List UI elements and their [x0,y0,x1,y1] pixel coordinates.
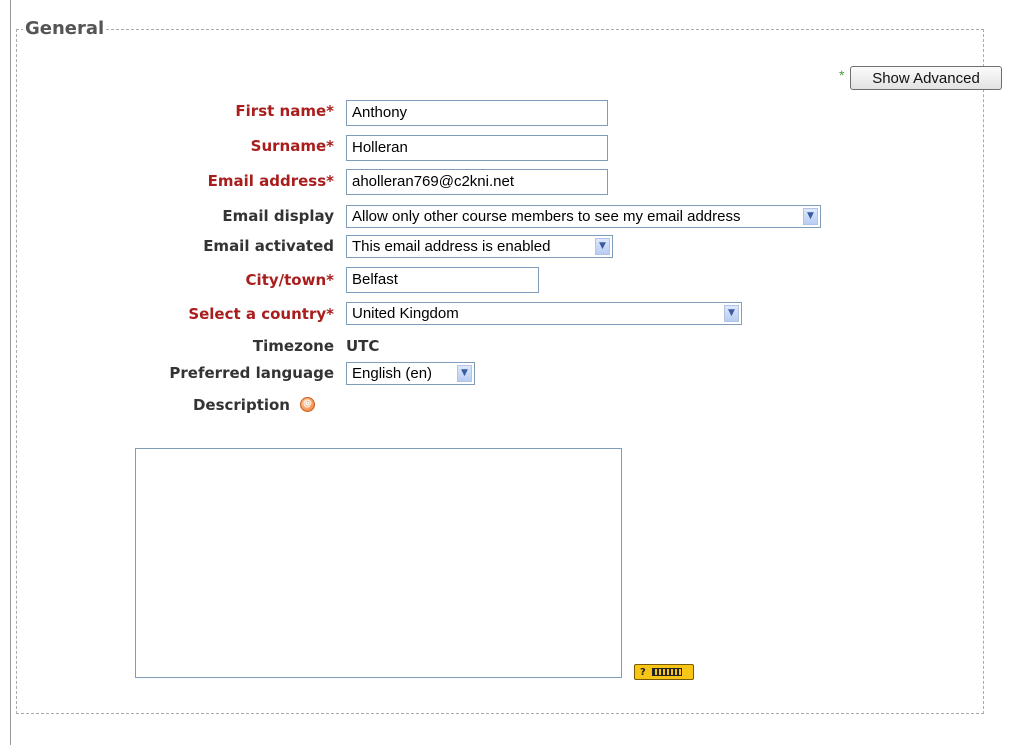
surname-label: Surname* [251,137,334,155]
email-activated-value: This email address is enabled [352,238,551,255]
required-star: * [326,102,334,120]
description-textarea[interactable] [135,448,622,678]
required-star: * [326,305,334,323]
surname-input[interactable]: Holleran [346,135,608,161]
country-value: United Kingdom [352,305,459,322]
help-icon[interactable]: @ [300,397,315,412]
email-display-select[interactable]: Allow only other course members to see m… [346,205,821,228]
chevron-down-icon[interactable]: ▼ [595,238,610,255]
first-name-input[interactable]: Anthony [346,100,608,126]
email-display-value: Allow only other course members to see m… [352,208,741,225]
email-label: Email address* [208,172,334,190]
email-input[interactable]: aholleran769@c2kni.net [346,169,608,195]
city-label: City/town* [246,271,334,289]
email-activated-select[interactable]: This email address is enabled ▼ [346,235,613,258]
required-star: * [326,137,334,155]
country-label-text: Select a country [188,305,327,323]
language-select[interactable]: English (en) ▼ [346,362,475,385]
timezone-label: Timezone [252,337,334,355]
chevron-down-icon[interactable]: ▼ [803,208,818,225]
required-star: * [326,172,334,190]
keyboard-help-icon[interactable]: ? [634,664,694,680]
keyboard-keys-icon [651,668,682,676]
language-label: Preferred language [169,364,334,382]
keyboard-help-question: ? [640,666,646,678]
country-label: Select a country* [188,305,334,323]
email-display-label: Email display [222,207,334,225]
email-label-text: Email address [207,172,327,190]
city-label-text: City/town [245,271,327,289]
required-star: * [326,271,334,289]
timezone-value: UTC [346,337,380,355]
advanced-marker: * [839,67,845,83]
chevron-down-icon[interactable]: ▼ [457,365,472,382]
city-input[interactable]: Belfast [346,267,539,293]
section-legend: General [25,18,105,39]
email-activated-label: Email activated [203,237,334,255]
description-label: Description [192,396,290,414]
country-select[interactable]: United Kingdom ▼ [346,302,742,325]
language-value: English (en) [352,365,433,382]
first-name-label: First name* [235,102,334,120]
first-name-label-text: First name [235,102,327,120]
chevron-down-icon[interactable]: ▼ [724,305,739,322]
surname-label-text: Surname [250,137,327,155]
show-advanced-button[interactable]: Show Advanced [850,66,1002,90]
